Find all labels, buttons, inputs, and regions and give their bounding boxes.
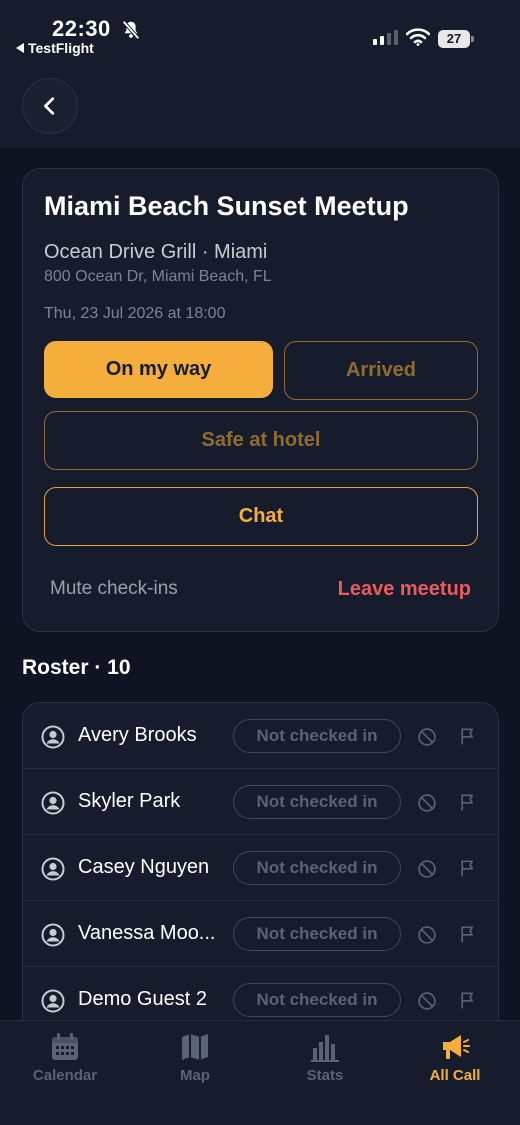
- chat-button[interactable]: Chat: [44, 487, 478, 546]
- map-icon: [182, 1034, 208, 1060]
- roster-list: Avery Brooks Not checked in Skyler Park …: [22, 702, 499, 1062]
- bell-slash-icon: [122, 20, 140, 40]
- status-bar: 22:30 TestFlight 27: [0, 0, 520, 60]
- wifi-icon: [406, 28, 430, 46]
- person-circle-icon: [41, 923, 65, 947]
- block-icon[interactable]: [417, 859, 437, 879]
- roster-name: Casey Nguyen: [78, 856, 210, 878]
- roster-row[interactable]: Casey Nguyen Not checked in: [23, 835, 498, 901]
- roster-row[interactable]: Vanessa Moo... Not checked in: [23, 901, 498, 967]
- safe-at-hotel-button[interactable]: Safe at hotel: [44, 411, 478, 470]
- leave-meetup-button[interactable]: Leave meetup: [338, 578, 471, 601]
- flag-icon[interactable]: [458, 924, 478, 944]
- tab-bar: Calendar Map Stats All Call: [0, 1020, 520, 1125]
- battery-icon: 27: [438, 30, 474, 48]
- roster-row[interactable]: Skyler Park Not checked in: [23, 769, 498, 835]
- person-circle-icon: [41, 857, 65, 881]
- on-my-way-button[interactable]: On my way: [44, 341, 273, 398]
- roster-name: Vanessa Moo...: [78, 922, 216, 944]
- status-badge: Not checked in: [233, 917, 401, 951]
- stats-icon: [311, 1035, 339, 1062]
- meetup-title: Miami Beach Sunset Meetup: [44, 191, 409, 221]
- meetup-venue: Ocean Drive Grill · Miami: [44, 241, 268, 263]
- flag-icon[interactable]: [458, 858, 478, 878]
- flag-icon[interactable]: [458, 726, 478, 746]
- meetup-datetime: Thu, 23 Jul 2026 at 18:00: [44, 305, 226, 322]
- status-badge: Not checked in: [233, 851, 401, 885]
- roster-title: Roster · 10: [22, 656, 131, 679]
- flag-icon[interactable]: [458, 990, 478, 1010]
- status-badge: Not checked in: [233, 719, 401, 753]
- status-time: 22:30: [52, 16, 111, 41]
- status-badge: Not checked in: [233, 983, 401, 1017]
- person-circle-icon: [41, 989, 65, 1013]
- chevron-left-icon: [44, 97, 55, 115]
- tab-all-call[interactable]: All Call: [390, 1031, 520, 1084]
- flag-icon[interactable]: [458, 792, 478, 812]
- megaphone-icon: [443, 1035, 470, 1059]
- tab-label: Stats: [306, 1067, 344, 1084]
- roster-name: Avery Brooks: [78, 724, 197, 746]
- tab-label: All Call: [429, 1067, 481, 1084]
- roster-name: Skyler Park: [78, 790, 181, 812]
- tab-label: Map: [180, 1067, 210, 1084]
- block-icon[interactable]: [417, 727, 437, 747]
- person-circle-icon: [41, 791, 65, 815]
- arrived-button[interactable]: Arrived: [284, 341, 478, 400]
- battery-level: 27: [438, 30, 470, 48]
- block-icon[interactable]: [417, 793, 437, 813]
- tab-map[interactable]: Map: [130, 1031, 260, 1084]
- block-icon[interactable]: [417, 925, 437, 945]
- roster-row[interactable]: Avery Brooks Not checked in: [23, 703, 498, 769]
- block-icon[interactable]: [417, 991, 437, 1011]
- roster-name: Demo Guest 2: [78, 988, 207, 1010]
- person-circle-icon: [41, 725, 65, 749]
- tab-label: Calendar: [32, 1067, 98, 1084]
- back-triangle-icon: [16, 43, 24, 53]
- back-to-app-link[interactable]: TestFlight: [16, 40, 94, 56]
- back-button[interactable]: [22, 78, 78, 134]
- calendar-icon: [52, 1033, 78, 1060]
- status-badge: Not checked in: [233, 785, 401, 819]
- cellular-signal-icon: [373, 30, 398, 45]
- tab-calendar[interactable]: Calendar: [0, 1031, 130, 1084]
- header: [0, 60, 520, 148]
- meetup-card: Miami Beach Sunset Meetup Ocean Drive Gr…: [22, 168, 499, 632]
- meetup-address: 800 Ocean Dr, Miami Beach, FL: [44, 268, 272, 285]
- back-app-label: TestFlight: [28, 40, 94, 56]
- tab-stats[interactable]: Stats: [260, 1031, 390, 1084]
- mute-check-ins-button[interactable]: Mute check-ins: [50, 578, 178, 600]
